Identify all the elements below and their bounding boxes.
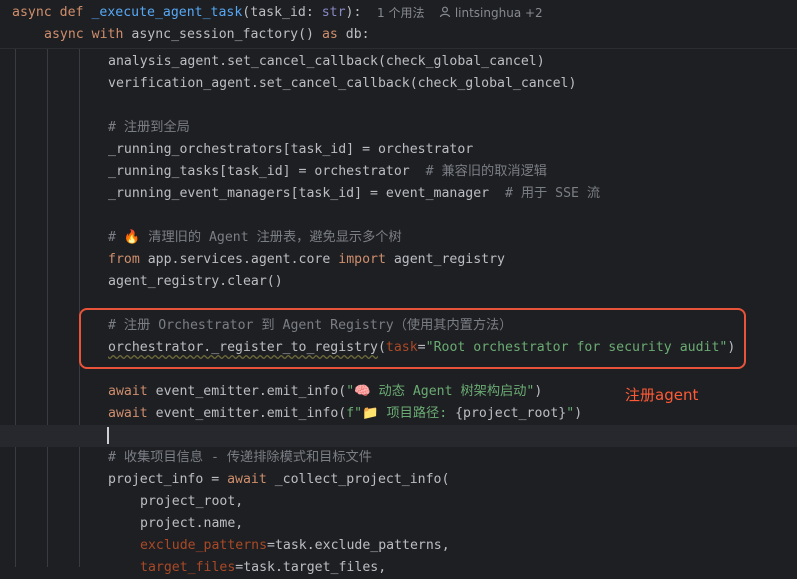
string-literal: 项目路径: [378, 406, 456, 421]
code-line[interactable]: _running_tasks[task_id] = orchestrator #… [0, 161, 797, 183]
code-line[interactable]: exclude_patterns=task.exclude_patterns, [0, 535, 797, 557]
keyword-async-2: async [44, 27, 84, 42]
author-name: lintsinghua +2 [454, 6, 543, 20]
code-text: agent_registry.clear() [108, 274, 283, 289]
paren-close: ) [574, 406, 583, 421]
param-name: task_id [250, 5, 306, 20]
code-line[interactable]: agent_registry.clear() [0, 271, 797, 293]
folder-icon: 📁 [362, 406, 379, 421]
code-line[interactable]: project_info = await _collect_project_in… [0, 469, 797, 491]
comment: # 收集项目信息 - 传递排除模式和目标文件 [108, 450, 372, 465]
module-path: app.services.agent.core [139, 252, 339, 267]
text-caret [107, 427, 109, 444]
keyword-await: await [108, 406, 148, 421]
keyword-import: import [338, 252, 386, 267]
sticky-scope-header: async def _execute_agent_task(task_id: s… [0, 0, 797, 49]
code-text: project.name, [140, 516, 244, 531]
string-literal: " [346, 384, 355, 399]
kwarg-name: exclude_patterns [140, 538, 268, 553]
with-target: db: [345, 27, 370, 42]
function-name: _execute_agent_task [91, 5, 243, 20]
code-line[interactable]: project.name, [0, 513, 797, 535]
code-text: =task.target_files, [235, 560, 387, 575]
keyword-await: await [108, 384, 148, 399]
code-line[interactable]: # 🔥 清理旧的 Agent 注册表，避免显示多个树 [0, 227, 797, 249]
code-line[interactable]: verification_agent.set_cancel_callback(c… [0, 73, 797, 95]
code-line[interactable]: target_files=task.target_files, [0, 557, 797, 579]
current-line[interactable] [0, 425, 797, 447]
comment: # [108, 230, 124, 245]
import-name: agent_registry [385, 252, 505, 267]
keyword-await: await [227, 472, 267, 487]
code-text: _running_tasks[task_id] = orchestrator [108, 164, 426, 179]
code-line-def[interactable]: async def _execute_agent_task(task_id: s… [0, 2, 797, 24]
keyword-with: with [91, 27, 124, 42]
kwarg-name: target_files [140, 560, 236, 575]
code-line[interactable]: from app.services.agent.core import agen… [0, 249, 797, 271]
code-line[interactable]: project_root, [0, 491, 797, 513]
param-type: str [321, 5, 346, 20]
fire-icon: 🔥 [123, 230, 141, 245]
comment: # 用于 SSE 流 [504, 186, 601, 201]
keyword-from: from [108, 252, 140, 267]
code-text: =task.exclude_patterns, [267, 538, 450, 553]
code-text: _running_orchestrators[task_id] = orches… [108, 142, 474, 157]
colon: : [305, 5, 322, 20]
code-line[interactable]: # 收集项目信息 - 传递排除模式和目标文件 [0, 447, 797, 469]
code-text: analysis_agent.set_cancel_callback(check… [108, 54, 545, 69]
keyword-as: as [321, 27, 338, 42]
code-line[interactable]: analysis_agent.set_cancel_callback(check… [0, 51, 797, 73]
code-line[interactable]: _running_orchestrators[task_id] = orches… [0, 139, 797, 161]
code-text: _running_event_managers[task_id] = event… [108, 186, 505, 201]
string-literal: f" [346, 406, 363, 421]
paren-close: ) [534, 384, 543, 399]
code-text: _collect_project_info( [266, 472, 450, 487]
string-literal: 动态 Agent 树架构启动" [370, 384, 535, 399]
code-line[interactable]: _running_event_managers[task_id] = event… [0, 183, 797, 205]
code-line-with[interactable]: async with async_session_factory() as db… [0, 24, 797, 46]
code-text: event_emitter.emit_info( [147, 384, 347, 399]
code-editor[interactable]: async def _execute_agent_task(task_id: s… [0, 0, 797, 575]
comment: # 兼容旧的取消逻辑 [425, 164, 547, 179]
code-text: event_emitter.emit_info( [147, 406, 347, 421]
highlight-box [79, 308, 746, 369]
keyword-def: def [59, 5, 84, 20]
keyword-async: async [12, 5, 52, 20]
string-literal: " [566, 406, 575, 421]
user-icon [439, 6, 451, 18]
code-text: project_root, [140, 494, 244, 509]
fstring-interp: {project_root} [455, 406, 567, 421]
paren-close: ): [345, 5, 362, 20]
comment: # 注册到全局 [108, 120, 190, 135]
code-line[interactable]: await event_emitter.emit_info(f"📁 项目路径: … [0, 403, 797, 425]
brain-icon: 🧠 [354, 384, 371, 399]
author-hint[interactable]: lintsinghua +2 [439, 2, 543, 24]
code-text: project_info = [108, 472, 228, 487]
code-text: verification_agent.set_cancel_callback(c… [108, 76, 577, 91]
annotation-label: 注册agent [625, 386, 699, 404]
usage-hint[interactable]: 1 个用法 [377, 2, 424, 24]
code-line[interactable]: # 注册到全局 [0, 117, 797, 139]
session-call: async_session_factory() [131, 27, 314, 42]
comment: 清理旧的 Agent 注册表，避免显示多个树 [140, 230, 402, 245]
